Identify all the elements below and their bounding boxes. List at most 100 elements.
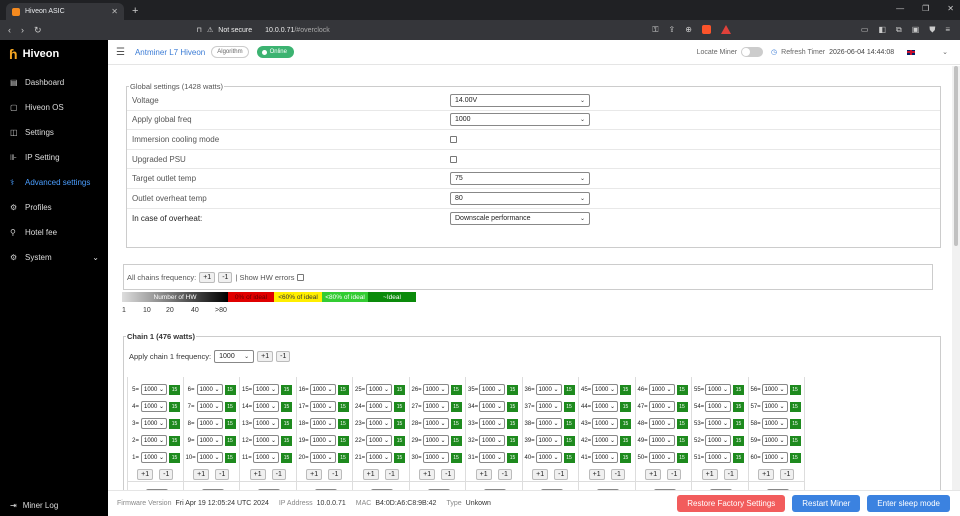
psu-checkbox[interactable] xyxy=(450,155,457,163)
column-plus-button[interactable]: +1 xyxy=(137,469,154,480)
chain-plus-button[interactable]: +1 xyxy=(257,351,274,362)
overheat-temp-select[interactable]: 80 ⌄ xyxy=(450,191,590,205)
column-minus-button[interactable]: -1 xyxy=(271,469,286,480)
extensions-icon[interactable]: ⧉ xyxy=(896,25,902,35)
chip-freq-select[interactable]: 1000⌄ xyxy=(196,384,223,395)
chip-freq-select[interactable]: 1000⌄ xyxy=(253,452,279,463)
chip-freq-select[interactable]: 1000⌄ xyxy=(141,384,167,395)
close-tab-icon[interactable]: ✕ xyxy=(111,7,118,16)
column-plus-button[interactable]: +1 xyxy=(645,469,662,480)
chip-freq-select[interactable]: 1000⌄ xyxy=(366,435,392,446)
chip-freq-select[interactable]: 1000⌄ xyxy=(479,401,505,412)
bookmark-icon[interactable]: ⊓ xyxy=(197,26,202,34)
chip-freq-select[interactable]: 1000⌄ xyxy=(535,418,562,429)
chip-freq-select[interactable]: 1000⌄ xyxy=(309,452,336,463)
chip-freq-select[interactable]: 1000⌄ xyxy=(479,418,505,429)
chip-freq-select[interactable]: 1000⌄ xyxy=(253,384,279,395)
chip-freq-select[interactable]: 1000⌄ xyxy=(196,401,223,412)
brave-rewards-icon[interactable] xyxy=(720,25,731,34)
chip-freq-select[interactable]: 1000⌄ xyxy=(592,418,618,429)
sleep-mode-button[interactable]: Enter sleep mode xyxy=(867,495,950,512)
wallet-icon[interactable]: ▣ xyxy=(912,25,920,35)
chip-freq-select[interactable]: 1000⌄ xyxy=(648,418,675,429)
chip-freq-select[interactable]: 1000⌄ xyxy=(309,435,336,446)
column-plus-button[interactable]: +1 xyxy=(701,469,718,480)
chip-freq-select[interactable]: 1000⌄ xyxy=(648,384,675,395)
miner-log-link[interactable]: ⇥ Miner Log xyxy=(10,501,58,510)
chain-minus-button[interactable]: -1 xyxy=(276,351,291,362)
chip-freq-select[interactable]: 1000⌄ xyxy=(592,384,618,395)
chip-freq-select[interactable]: 1000⌄ xyxy=(253,435,279,446)
scrollbar[interactable] xyxy=(952,66,960,490)
global-freq-select[interactable]: 1000 ⌄ xyxy=(450,113,590,127)
column-plus-button[interactable]: +1 xyxy=(758,469,775,480)
locate-miner-toggle[interactable] xyxy=(741,47,764,57)
column-minus-button[interactable]: -1 xyxy=(780,469,795,480)
scrollbar-thumb[interactable] xyxy=(954,66,958,246)
back-icon[interactable]: ‹ xyxy=(8,25,11,36)
algorithm-badge[interactable]: Algorithm xyxy=(211,46,249,58)
chip-freq-select[interactable]: 1000⌄ xyxy=(141,435,167,446)
sidebar-item-dashboard[interactable]: ▤ Dashboard xyxy=(0,70,108,95)
sidebar-item-hiveon-os[interactable]: ▢ Hiveon OS xyxy=(0,95,108,120)
column-plus-button[interactable]: +1 xyxy=(362,469,379,480)
column-plus-button[interactable]: +1 xyxy=(193,469,210,480)
column-minus-button[interactable]: -1 xyxy=(441,469,456,480)
chip-freq-select[interactable]: 1000⌄ xyxy=(761,401,788,412)
all-chains-minus-button[interactable]: -1 xyxy=(218,271,233,283)
chip-freq-select[interactable]: 1000⌄ xyxy=(705,418,731,429)
chip-freq-select[interactable]: 1000⌄ xyxy=(309,418,336,429)
chip-freq-select[interactable]: 1000⌄ xyxy=(422,401,449,412)
chip-freq-select[interactable]: 1000⌄ xyxy=(196,452,223,463)
chain-freq-select[interactable]: 1000 ⌄ xyxy=(214,350,255,363)
refresh-timer-label[interactable]: Refresh Timer xyxy=(781,49,825,56)
minimize-icon[interactable]: — xyxy=(896,4,904,13)
column-plus-button[interactable]: +1 xyxy=(588,469,605,480)
voltage-select[interactable]: 14.00V ⌄ xyxy=(450,93,590,107)
column-minus-button[interactable]: -1 xyxy=(328,469,343,480)
key-icon[interactable]: ⚿ xyxy=(652,25,658,35)
zoom-icon[interactable]: ⊕ xyxy=(685,25,692,35)
column-plus-button[interactable]: +1 xyxy=(249,469,266,480)
chip-freq-select[interactable]: 1000⌄ xyxy=(253,418,279,429)
chip-freq-select[interactable]: 1000⌄ xyxy=(366,452,392,463)
sidebar-toggle-icon[interactable]: ▭ xyxy=(861,25,869,35)
column-minus-button[interactable]: -1 xyxy=(159,469,174,480)
maximize-icon[interactable]: ❐ xyxy=(922,4,929,13)
chip-freq-select[interactable]: 1000⌄ xyxy=(648,435,675,446)
url-box[interactable]: ⊓ ⚠ Not secure 10.0.0.71/#overclock xyxy=(197,26,330,35)
chip-freq-select[interactable]: 1000⌄ xyxy=(479,384,505,395)
browser-tab[interactable]: Hiveon ASIC ✕ xyxy=(6,3,124,20)
hamburger-menu-icon[interactable]: ☰ xyxy=(116,47,125,58)
sidebar-item-hotel-fee[interactable]: ⚲ Hotel fee xyxy=(0,220,108,245)
column-minus-button[interactable]: -1 xyxy=(554,469,569,480)
chip-freq-select[interactable]: 1000⌄ xyxy=(648,401,675,412)
all-chains-plus-button[interactable]: +1 xyxy=(199,271,216,283)
chip-freq-select[interactable]: 1000⌄ xyxy=(592,452,618,463)
forward-icon[interactable]: › xyxy=(21,25,24,36)
chip-freq-select[interactable]: 1000⌄ xyxy=(705,435,731,446)
chip-freq-select[interactable]: 1000⌄ xyxy=(196,418,223,429)
chip-freq-select[interactable]: 1000⌄ xyxy=(592,401,618,412)
sidebar-item-settings[interactable]: ◫ Settings xyxy=(0,120,108,145)
chip-freq-select[interactable]: 1000⌄ xyxy=(141,418,167,429)
target-temp-select[interactable]: 75 ⌄ xyxy=(450,172,590,186)
column-plus-button[interactable]: +1 xyxy=(419,469,436,480)
column-minus-button[interactable]: -1 xyxy=(384,469,399,480)
chip-freq-select[interactable]: 1000⌄ xyxy=(761,435,788,446)
sidebar-item-profiles[interactable]: ⚙ Profiles xyxy=(0,195,108,220)
column-minus-button[interactable]: -1 xyxy=(723,469,738,480)
sidebar-item-system[interactable]: ⚙ System ⌄ xyxy=(0,245,108,270)
reload-icon[interactable]: ↻ xyxy=(34,25,42,36)
url-text[interactable]: 10.0.0.71/#overclock xyxy=(265,27,330,34)
chip-freq-select[interactable]: 1000⌄ xyxy=(366,384,392,395)
column-plus-button[interactable]: +1 xyxy=(532,469,549,480)
share-icon[interactable]: ⇪ xyxy=(669,25,676,35)
chip-freq-select[interactable]: 1000⌄ xyxy=(422,384,449,395)
chip-freq-select[interactable]: 1000⌄ xyxy=(309,401,336,412)
column-minus-button[interactable]: -1 xyxy=(667,469,682,480)
chip-freq-select[interactable]: 1000⌄ xyxy=(141,452,167,463)
chip-freq-select[interactable]: 1000⌄ xyxy=(592,435,618,446)
chip-freq-select[interactable]: 1000⌄ xyxy=(422,418,449,429)
sidebar-item-ip-setting[interactable]: ⊪ IP Setting xyxy=(0,145,108,170)
